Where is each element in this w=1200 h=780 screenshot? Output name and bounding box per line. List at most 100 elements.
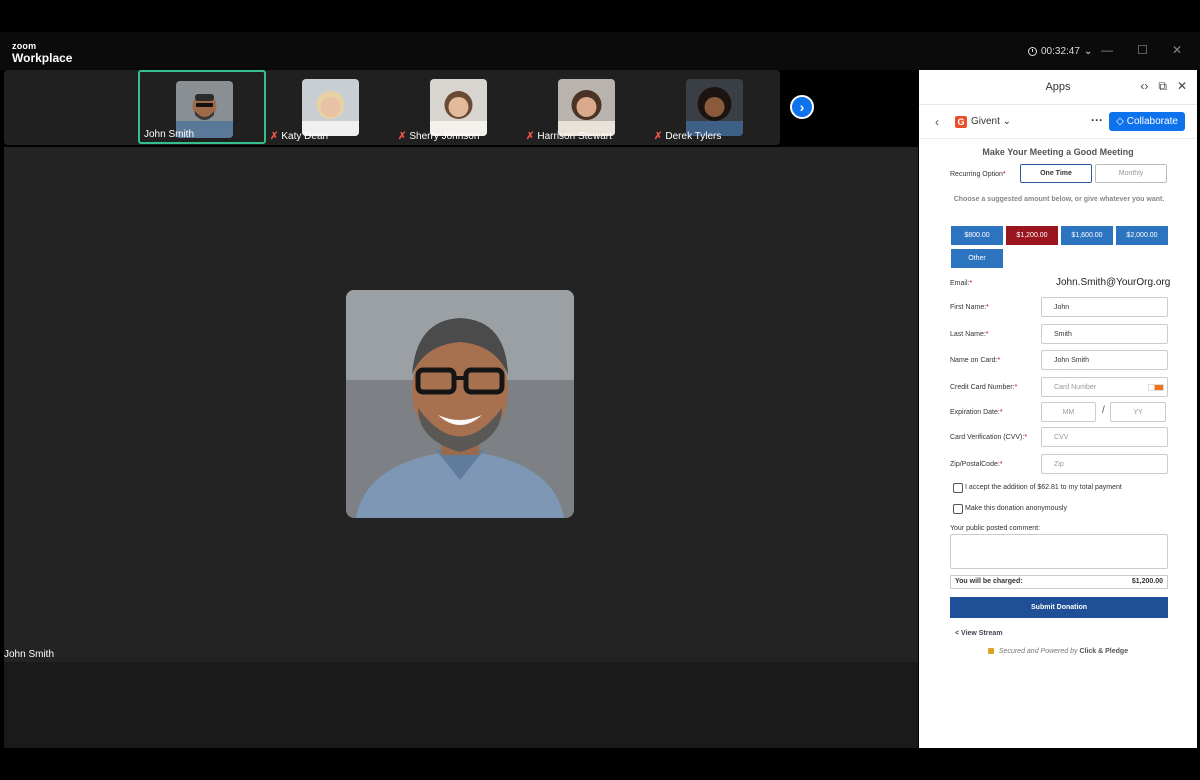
participant-avatar (302, 79, 359, 136)
participant-avatar (430, 79, 487, 136)
window-controls: — ☐ ✕ (1101, 43, 1182, 57)
last-name-label-text: Last Name: (950, 331, 986, 338)
participant-name-text: Derek Tylers (665, 131, 722, 142)
collaborate-button[interactable]: ◇ Collaborate (1109, 112, 1185, 131)
cvv-label: Card Verification (CVV):* (950, 434, 1028, 441)
participant-tile[interactable]: ✗ Katy Dean (266, 70, 394, 144)
amount-button[interactable]: $800.00 (951, 226, 1003, 245)
recurring-option-label: Recurring Option* (950, 171, 1006, 178)
comment-label: Your public posted comment: (950, 525, 1041, 532)
participant-name-text: Sherry Johnson (409, 131, 480, 142)
last-name-field[interactable]: Smith (1041, 324, 1168, 344)
accept-fee-label: I accept the addition of $62.81 to my to… (965, 484, 1122, 491)
amount-button[interactable]: $1,600.00 (1061, 226, 1113, 245)
zoom-workplace-logo: zoom Workplace (12, 41, 73, 65)
email-value: John.Smith@YourOrg.org (1056, 277, 1171, 288)
apps-panel: Apps ‹› ⧉ ✕ ‹ G Givent ⌄ ··· ◇ Collabora… (919, 70, 1197, 748)
chevron-down-icon: ⌄ (1083, 46, 1093, 57)
clock-icon (1028, 47, 1037, 56)
submit-donation-button[interactable]: Submit Donation (950, 597, 1168, 618)
collaborate-label: Collaborate (1126, 116, 1178, 127)
next-page-button[interactable]: › (790, 95, 814, 119)
timer-value: 00:32:47 (1041, 46, 1080, 57)
chevron-right-icon: › (799, 99, 805, 115)
title-bar: zoom Workplace 00:32:47 ⌄ — ☐ ✕ (0, 32, 1200, 70)
mic-muted-icon: ✗ (398, 131, 407, 142)
participant-name: ✗ Sherry Johnson (398, 131, 479, 142)
accept-fee-checkbox[interactable] (953, 483, 963, 493)
anonymous-label: Make this donation anonymously (965, 505, 1067, 512)
app-selector[interactable]: Givent ⌄ (971, 116, 1011, 127)
secured-text: Secured and Powered by (998, 648, 1078, 655)
maximize-icon[interactable]: ☐ (1137, 43, 1148, 57)
expiration-label: Expiration Date:* (950, 409, 1003, 416)
monthly-toggle[interactable]: Monthly (1095, 164, 1167, 183)
name-on-card-field[interactable]: John Smith (1041, 350, 1168, 370)
givent-logo-icon: G (955, 116, 967, 128)
participant-name-text: Katy Dean (281, 131, 329, 142)
secured-footer: Secured and Powered by Click & Pledge (919, 648, 1197, 655)
lock-icon (987, 648, 994, 655)
meeting-timer[interactable]: 00:32:47 ⌄ (1028, 46, 1092, 57)
discover-card-icon (1148, 384, 1164, 391)
amount-button[interactable]: $2,000.00 (1116, 226, 1168, 245)
collaborate-icon: ◇ (1116, 116, 1124, 127)
date-separator: / (1102, 405, 1105, 416)
logo-line-1: zoom (12, 41, 37, 51)
name-on-card-label: Name on Card:* (950, 357, 1001, 364)
participant-avatar (558, 79, 615, 136)
first-name-label: First Name:* (950, 304, 989, 311)
card-number-placeholder: Card Number (1054, 383, 1097, 391)
charge-summary: You will be charged: $1,200.00 (950, 575, 1168, 589)
close-icon[interactable]: ✕ (1177, 79, 1187, 94)
close-window-icon[interactable]: ✕ (1172, 43, 1182, 57)
more-options-icon[interactable]: ··· (1091, 113, 1103, 127)
participant-name: ✗ Katy Dean (270, 131, 328, 142)
email-label-text: Email: (950, 280, 970, 287)
first-name-label-text: First Name: (950, 304, 987, 311)
code-icon[interactable]: ‹› (1140, 79, 1148, 94)
zip-field[interactable]: Zip (1041, 454, 1168, 474)
name-on-card-label-text: Name on Card: (950, 357, 998, 364)
participant-name: John Smith (144, 129, 194, 140)
form-title: Make Your Meeting a Good Meeting (982, 147, 1134, 157)
secured-brand: Click & Pledge (1079, 648, 1129, 655)
back-icon[interactable]: ‹ (935, 115, 939, 129)
mic-muted-icon: ✗ (526, 131, 535, 142)
one-time-toggle[interactable]: One Time (1020, 164, 1092, 183)
app-bar: ‹ G Givent ⌄ ··· ◇ Collaborate (919, 105, 1197, 139)
zip-label-text: Zip/PostalCode: (950, 461, 1000, 468)
logo-line-2: Workplace (12, 51, 73, 65)
participant-tile[interactable]: ✗ Sherry Johnson (394, 70, 522, 144)
cvv-label-text: Card Verification (CVV): (950, 434, 1025, 441)
suggest-amount-text: Choose a suggested amount below, or give… (953, 196, 1165, 203)
card-number-label-text: Credit Card Number: (950, 384, 1015, 391)
participant-gallery: John Smith ✗ Katy Dean ✗ Sherry Johnson ✗ H… (4, 70, 780, 145)
expiration-month-field[interactable]: MM (1041, 402, 1096, 422)
amount-other-button[interactable]: Other (951, 249, 1003, 268)
email-label: Email:* (950, 280, 973, 287)
expiration-year-field[interactable]: YY (1110, 402, 1166, 422)
speaker-video (346, 290, 574, 518)
expiration-label-text: Expiration Date: (950, 409, 1000, 416)
anonymous-checkbox[interactable] (953, 504, 963, 514)
bottom-toolbar-area (4, 662, 918, 748)
minimize-icon[interactable]: — (1101, 43, 1113, 57)
cvv-field[interactable]: CVV (1041, 427, 1168, 447)
participant-name: ✗ Derek Tylers (654, 131, 721, 142)
app-name: Givent (971, 116, 1000, 127)
participant-tile[interactable]: John Smith (138, 70, 266, 144)
amount-button-selected[interactable]: $1,200.00 (1006, 226, 1058, 245)
recurring-label-text: Recurring Option (950, 171, 1003, 178)
popout-icon[interactable]: ⧉ (1158, 79, 1167, 94)
card-number-field[interactable]: Card Number (1041, 377, 1168, 397)
view-stream-link[interactable]: < View Stream (955, 630, 1003, 637)
comment-textarea[interactable] (950, 534, 1168, 569)
participant-name-text: John Smith (144, 129, 195, 140)
first-name-field[interactable]: John (1041, 297, 1168, 317)
participant-tile[interactable]: ✗ Derek Tylers (650, 70, 778, 144)
last-name-label: Last Name:* (950, 331, 989, 338)
zip-label: Zip/PostalCode:* (950, 461, 1003, 468)
participant-tile[interactable]: ✗ Harrison Stewart (522, 70, 650, 144)
charge-amount: $1,200.00 (1131, 578, 1163, 585)
